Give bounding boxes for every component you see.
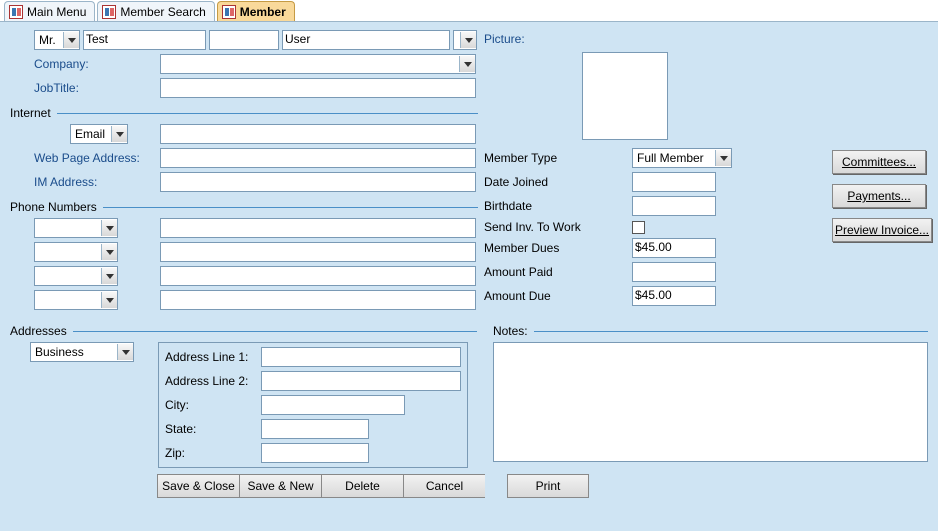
dropdown-icon[interactable]	[63, 32, 79, 48]
last-name-input[interactable]: User	[282, 30, 450, 50]
form-icon	[9, 5, 23, 19]
city-input[interactable]	[261, 395, 405, 415]
section-rule	[103, 207, 478, 208]
committees-button[interactable]: Committees...	[832, 150, 926, 174]
section-rule	[534, 331, 928, 332]
suffix-combo[interactable]	[453, 30, 477, 50]
phone3-type-combo[interactable]	[34, 266, 118, 286]
date-joined-label: Date Joined	[484, 175, 632, 189]
phone2-type-combo[interactable]	[34, 242, 118, 262]
picture-box[interactable]	[582, 52, 668, 140]
tab-label: Member	[240, 5, 286, 19]
company-combo[interactable]	[160, 54, 476, 74]
addr2-input[interactable]	[261, 371, 461, 391]
first-name-input[interactable]: Test	[83, 30, 206, 50]
member-type-label: Member Type	[484, 151, 632, 165]
dropdown-icon[interactable]	[101, 268, 117, 284]
member-dues-input[interactable]: $45.00	[632, 238, 716, 258]
section-rule	[57, 113, 478, 114]
city-label: City:	[165, 398, 261, 412]
tab-label: Member Search	[120, 5, 205, 19]
dropdown-icon[interactable]	[460, 32, 476, 48]
birthdate-label: Birthdate	[484, 199, 632, 213]
addr1-label: Address Line 1:	[165, 350, 261, 364]
send-inv-checkbox[interactable]	[632, 221, 645, 234]
title-value: Mr.	[37, 33, 56, 47]
section-rule	[73, 331, 477, 332]
preview-invoice-button[interactable]: Preview Invoice...	[832, 218, 932, 242]
notes-section-label: Notes:	[493, 324, 534, 338]
phone4-type-combo[interactable]	[34, 290, 118, 310]
title-combo[interactable]: Mr.	[34, 30, 80, 50]
internet-section-label: Internet	[10, 106, 57, 120]
addr1-input[interactable]	[261, 347, 461, 367]
tab-main-menu[interactable]: Main Menu	[4, 1, 95, 21]
dropdown-icon[interactable]	[101, 220, 117, 236]
phone2-input[interactable]	[160, 242, 476, 262]
notes-textarea[interactable]	[493, 342, 928, 462]
member-type-combo[interactable]: Full Member	[632, 148, 732, 168]
payments-button[interactable]: Payments...	[832, 184, 926, 208]
dropdown-icon[interactable]	[715, 150, 731, 166]
tab-bar: Main Menu Member Search Member	[0, 0, 938, 22]
phone1-type-combo[interactable]	[34, 218, 118, 238]
webpage-input[interactable]	[160, 148, 476, 168]
form-icon	[222, 5, 236, 19]
save-close-button[interactable]: Save & Close	[157, 474, 239, 498]
address-type-value: Business	[33, 345, 84, 359]
form-icon	[102, 5, 116, 19]
middle-name-input[interactable]	[209, 30, 279, 50]
jobtitle-label: JobTitle:	[34, 81, 160, 95]
webpage-label: Web Page Address:	[34, 151, 160, 165]
amount-due-input[interactable]: $45.00	[632, 286, 716, 306]
email-type-value: Email	[73, 127, 105, 141]
phone-section-label: Phone Numbers	[10, 200, 103, 214]
save-new-button[interactable]: Save & New	[239, 474, 321, 498]
addr2-label: Address Line 2:	[165, 374, 261, 388]
picture-label: Picture:	[484, 32, 525, 46]
phone4-input[interactable]	[160, 290, 476, 310]
side-buttons: Committees... Payments... Preview Invoic…	[832, 150, 926, 252]
phone1-input[interactable]	[160, 218, 476, 238]
email-input[interactable]	[160, 124, 476, 144]
birthdate-input[interactable]	[632, 196, 716, 216]
jobtitle-input[interactable]	[160, 78, 476, 98]
amount-paid-label: Amount Paid	[484, 265, 632, 279]
tab-member-search[interactable]: Member Search	[97, 1, 214, 21]
state-label: State:	[165, 422, 261, 436]
amount-paid-input[interactable]	[632, 262, 716, 282]
im-label: IM Address:	[34, 175, 160, 189]
tab-member[interactable]: Member	[217, 1, 295, 21]
amount-due-label: Amount Due	[484, 289, 632, 303]
dropdown-icon[interactable]	[111, 126, 127, 142]
phone3-input[interactable]	[160, 266, 476, 286]
dropdown-icon[interactable]	[101, 292, 117, 308]
addresses-section-label: Addresses	[10, 324, 73, 338]
cancel-button[interactable]: Cancel	[403, 474, 485, 498]
delete-button[interactable]: Delete	[321, 474, 403, 498]
send-inv-label: Send Inv. To Work	[484, 220, 632, 234]
im-input[interactable]	[160, 172, 476, 192]
dropdown-icon[interactable]	[459, 56, 475, 72]
bottom-buttons: Save & Close Save & New Delete Cancel Pr…	[157, 474, 928, 498]
print-button[interactable]: Print	[507, 474, 589, 498]
date-joined-input[interactable]	[632, 172, 716, 192]
tab-label: Main Menu	[27, 5, 86, 19]
dropdown-icon[interactable]	[101, 244, 117, 260]
email-type-combo[interactable]: Email	[70, 124, 128, 144]
member-form: Mr. Test User Company: JobTitle: Picture…	[0, 22, 938, 531]
member-dues-label: Member Dues	[484, 241, 632, 255]
zip-input[interactable]	[261, 443, 369, 463]
state-input[interactable]	[261, 419, 369, 439]
member-type-value: Full Member	[635, 151, 704, 165]
address-type-combo[interactable]: Business	[30, 342, 134, 362]
dropdown-icon[interactable]	[117, 344, 133, 360]
company-label: Company:	[34, 57, 160, 71]
zip-label: Zip:	[165, 446, 261, 460]
